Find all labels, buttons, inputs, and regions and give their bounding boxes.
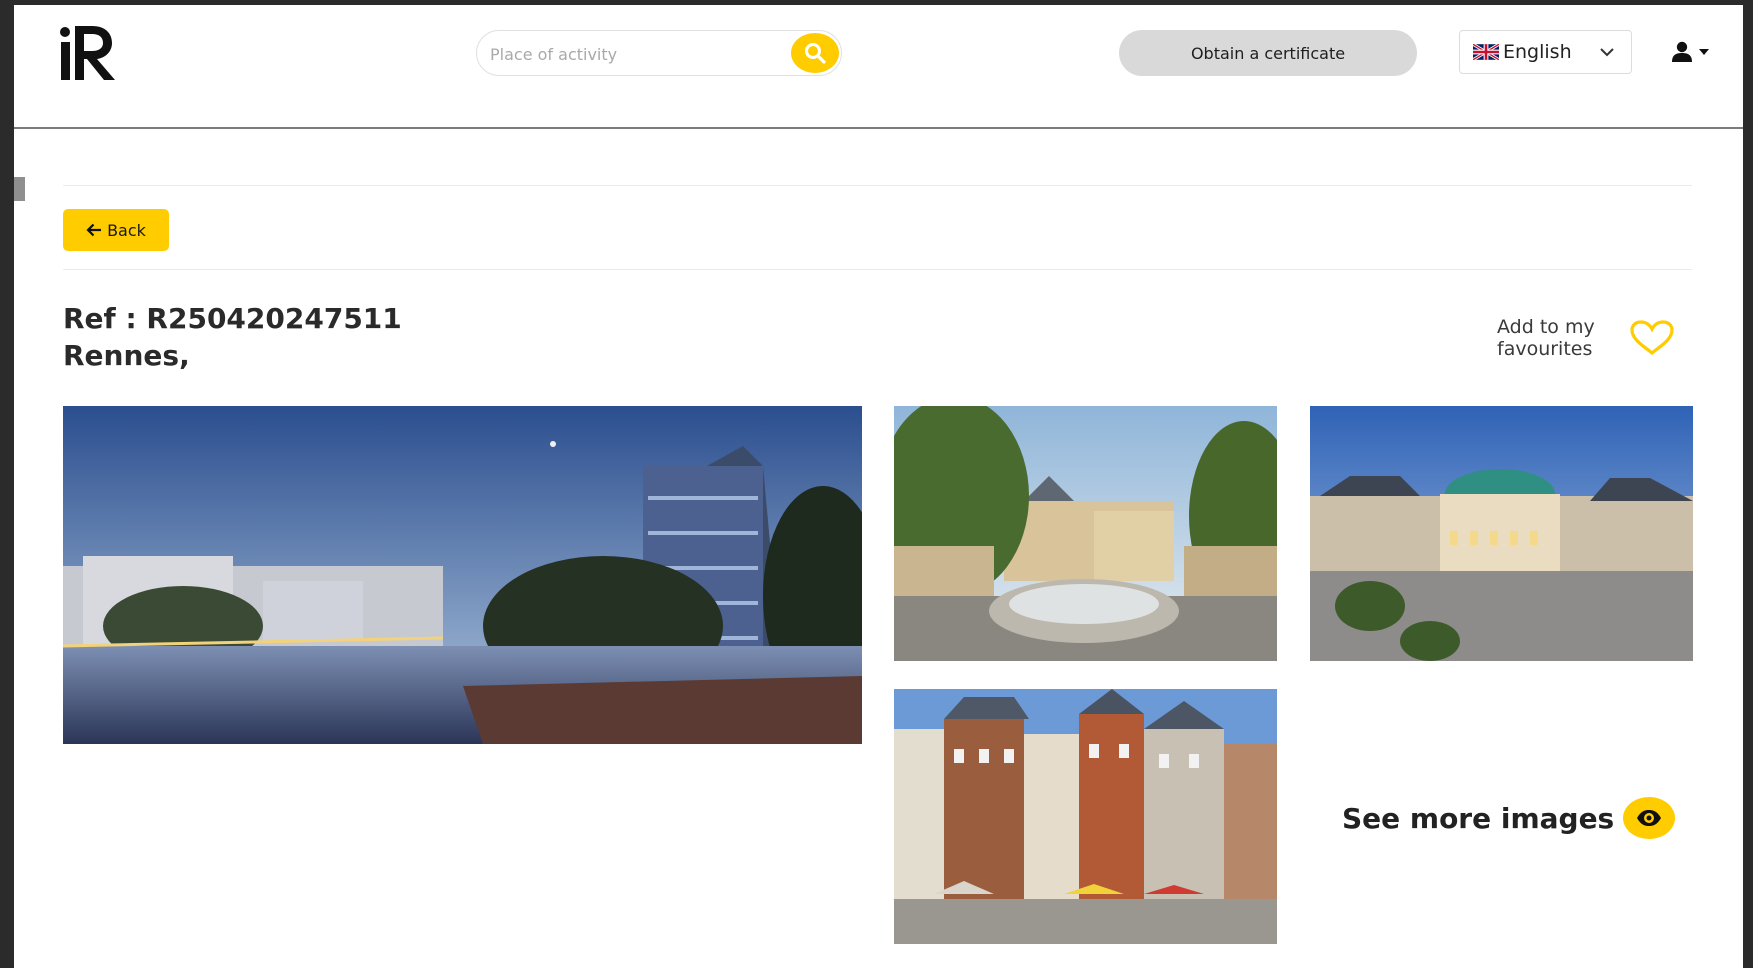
chevron-down-icon	[1600, 48, 1614, 57]
browser-viewport: Obtain a certificate English	[14, 5, 1743, 968]
arrow-left-icon	[86, 223, 102, 237]
back-button[interactable]: Back	[63, 209, 169, 251]
gallery-image-2[interactable]	[894, 406, 1277, 661]
language-select[interactable]: English	[1459, 30, 1632, 74]
see-more-images[interactable]: See more images	[1342, 797, 1676, 839]
back-label: Back	[107, 220, 146, 240]
listing-title: Ref : R250420247511 Rennes,	[63, 300, 402, 374]
favourites-label: Add to my favourites	[1497, 316, 1595, 360]
site-logo[interactable]	[58, 22, 118, 84]
city-name: Rennes,	[63, 339, 190, 372]
divider	[63, 185, 1692, 186]
site-header: Obtain a certificate English	[14, 5, 1743, 129]
gallery-image-main[interactable]	[63, 406, 862, 744]
see-more-label: See more images	[1342, 801, 1615, 835]
search-button[interactable]	[791, 33, 839, 73]
view-images-button[interactable]	[1623, 797, 1676, 839]
user-icon	[1672, 41, 1692, 62]
scroll-marker	[14, 177, 25, 201]
reference-number: Ref : R250420247511	[63, 302, 402, 335]
eye-icon	[1637, 810, 1662, 826]
caret-down-icon	[1699, 48, 1709, 55]
search-input[interactable]	[488, 40, 782, 68]
add-to-favourites[interactable]: Add to my favourites	[1497, 316, 1675, 360]
obtain-certificate-button[interactable]: Obtain a certificate	[1119, 30, 1417, 76]
search-bar	[476, 30, 842, 76]
language-label: English	[1503, 41, 1572, 63]
search-icon	[805, 43, 826, 64]
heart-icon[interactable]	[1629, 319, 1675, 357]
gallery-image-3[interactable]	[1310, 406, 1693, 661]
user-menu[interactable]	[1671, 41, 1709, 62]
divider	[63, 269, 1692, 270]
gallery-image-4[interactable]	[894, 689, 1277, 944]
uk-flag-icon	[1473, 44, 1499, 60]
